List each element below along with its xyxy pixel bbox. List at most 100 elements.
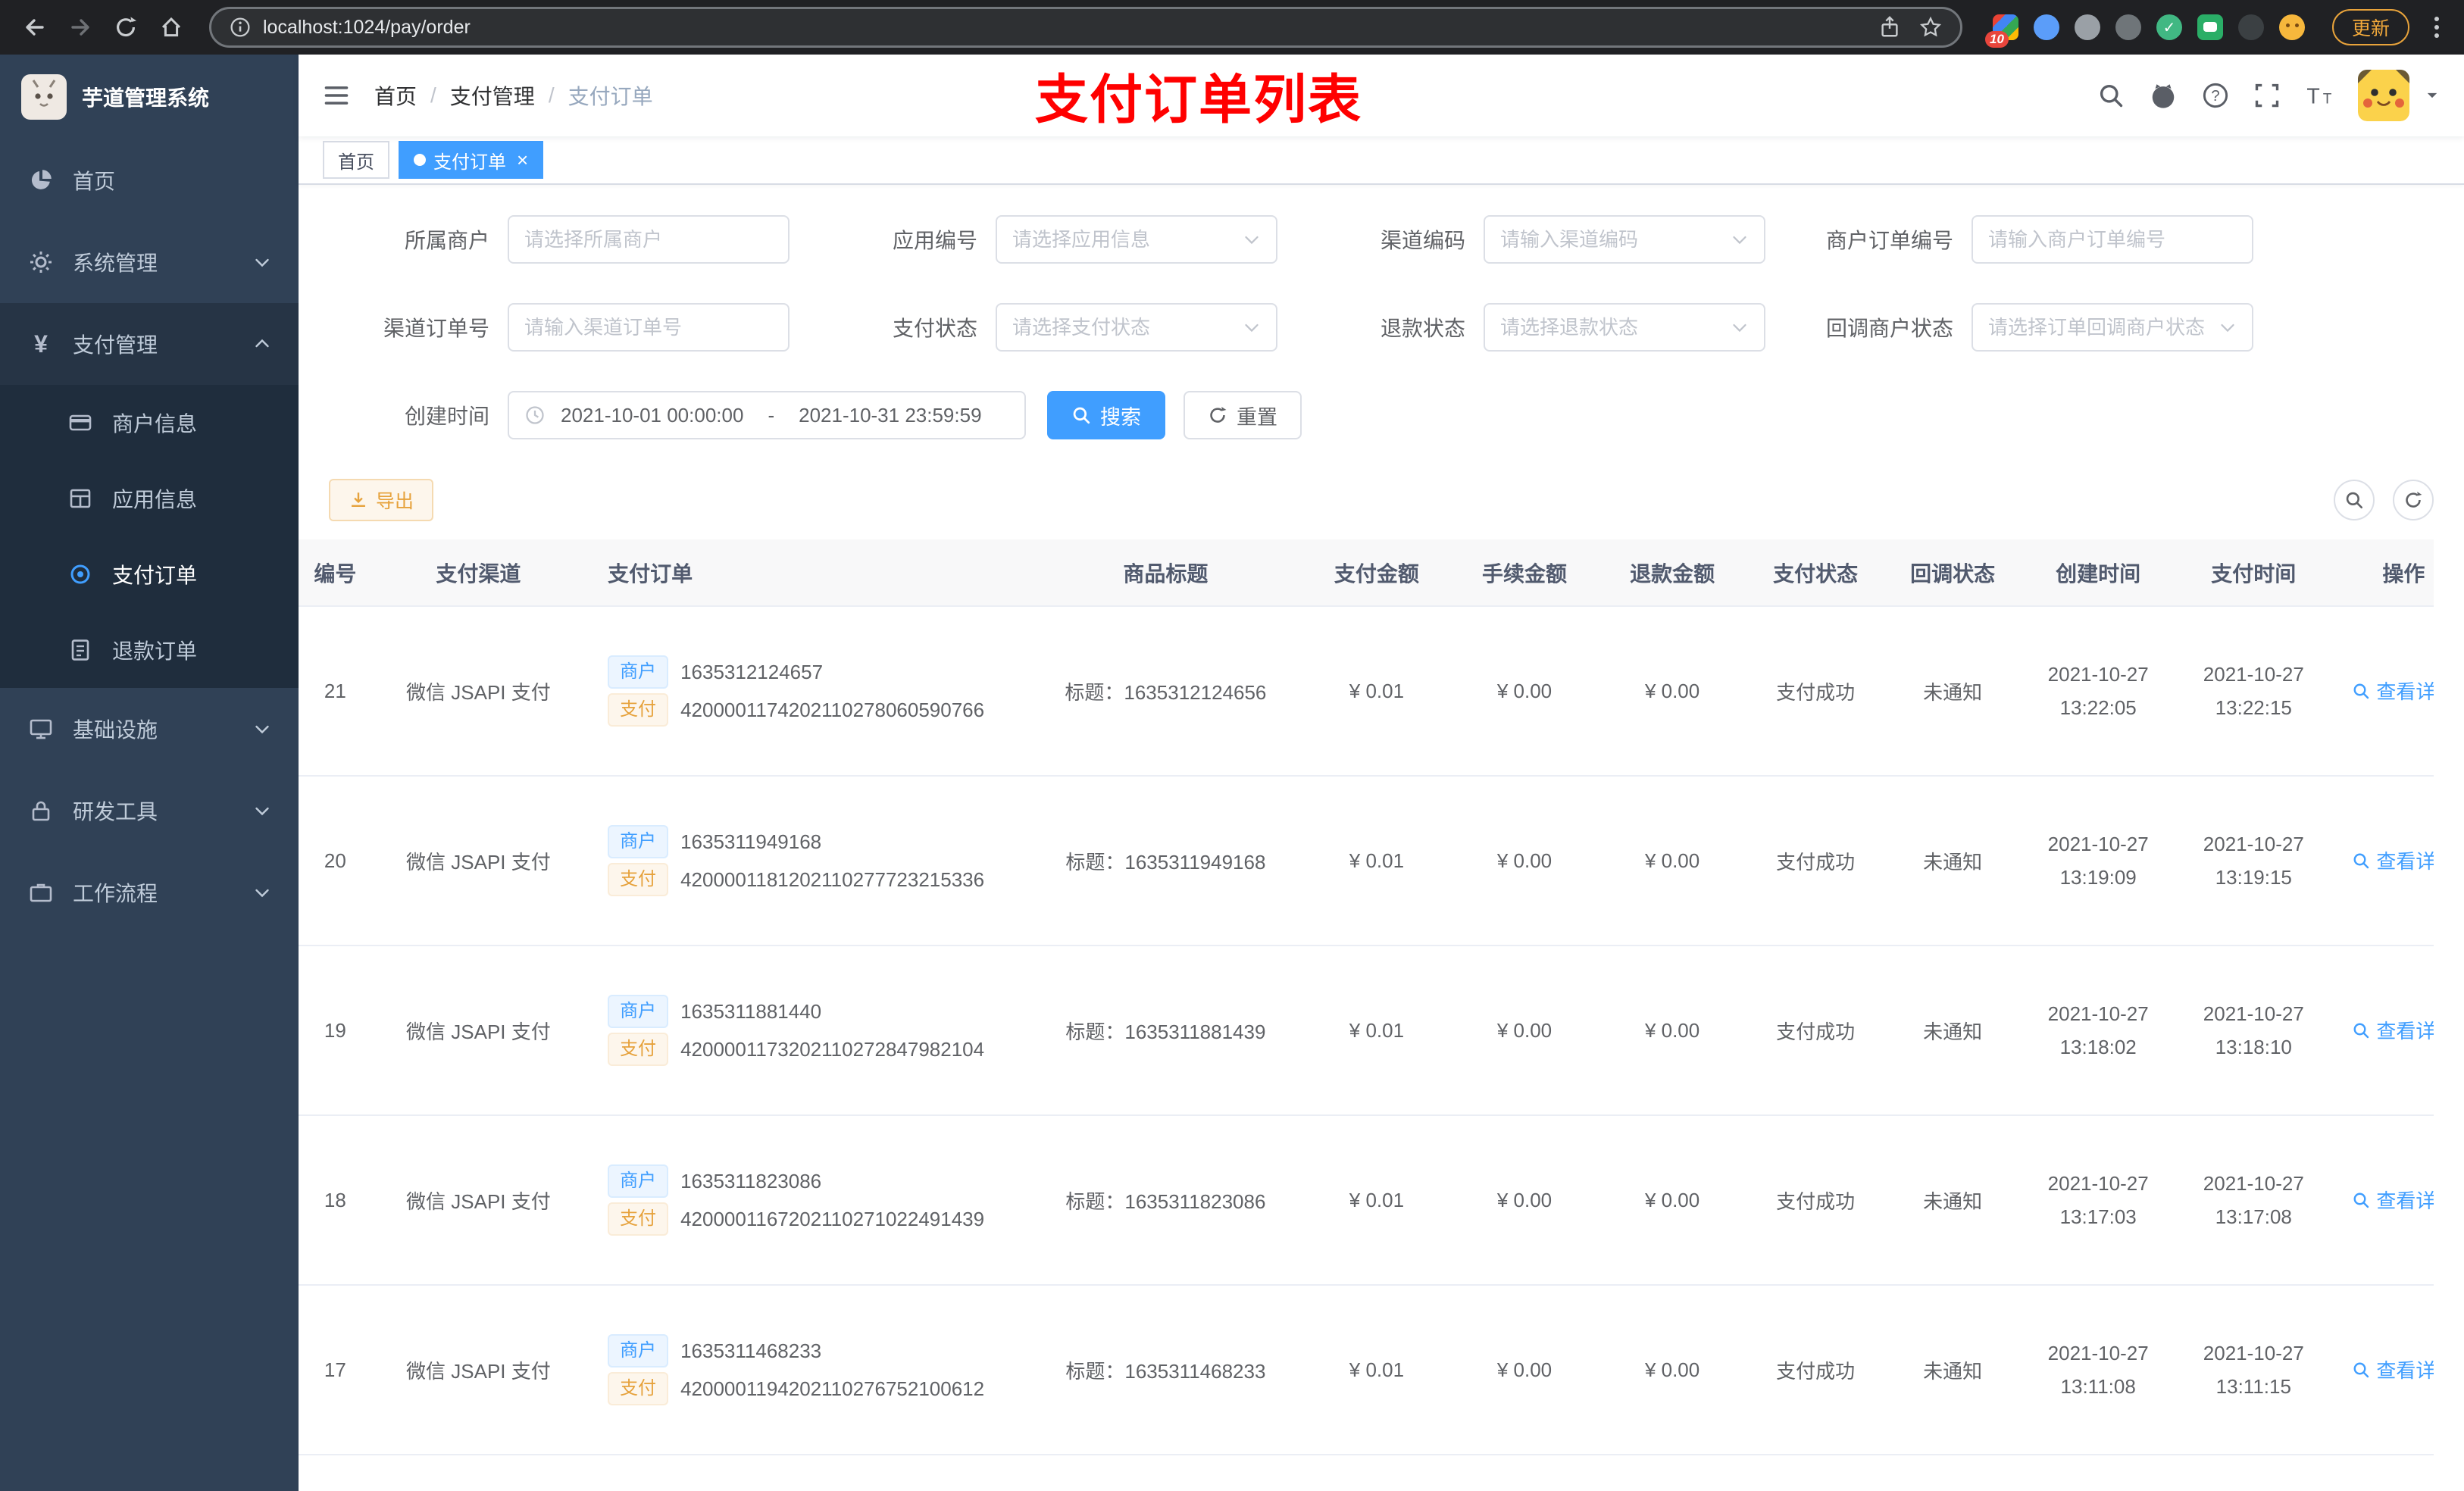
reset-button[interactable]: 重置 xyxy=(1184,391,1302,439)
cell-refund xyxy=(1598,1455,1746,1491)
app-no-filter-select[interactable] xyxy=(996,215,1277,264)
merchant-order-no-filter-input[interactable] xyxy=(1972,215,2253,264)
merchant-filter-input[interactable] xyxy=(508,215,790,264)
svg-text:?: ? xyxy=(2211,88,2219,105)
channel-code-filter-select[interactable] xyxy=(1484,215,1765,264)
export-button[interactable]: 导出 xyxy=(329,479,434,521)
briefcase-icon xyxy=(27,880,55,905)
navbar: 首页 / 支付管理 / 支付订单 支付订单列表 ? T T xyxy=(299,55,2464,136)
extension-icon-colorful[interactable]: 10 xyxy=(1984,14,2018,48)
tab-close-icon[interactable]: × xyxy=(517,150,528,170)
help-icon[interactable]: ? xyxy=(2202,82,2229,109)
reload-button[interactable] xyxy=(106,8,145,47)
extension-icon-wechat[interactable] xyxy=(2197,14,2223,40)
cell-pay-status: 支付成功 xyxy=(1746,776,1885,946)
sidebar-item-refund-order[interactable]: 退款订单 xyxy=(0,612,299,688)
view-detail-link[interactable]: 查看详情 xyxy=(2352,1355,2434,1383)
cell-title: 标题：1635311949168 xyxy=(1028,776,1303,946)
sidebar-item-payment[interactable]: ¥ 支付管理 xyxy=(0,303,299,385)
font-size-icon[interactable]: TT xyxy=(2305,81,2334,110)
chevron-down-icon xyxy=(1243,318,1261,336)
user-avatar[interactable] xyxy=(2358,70,2409,121)
extension-icon-dark[interactable] xyxy=(2237,14,2264,40)
sidebar-item-pay-order[interactable]: 支付订单 xyxy=(0,536,299,612)
search-button[interactable]: 搜索 xyxy=(1047,391,1165,439)
merchant-tag: 商户 xyxy=(608,995,669,1028)
breadcrumb-pay-manage[interactable]: 支付管理 xyxy=(450,80,535,111)
refund-status-filter-select-field[interactable] xyxy=(1500,315,1721,339)
merchant-tag: 商户 xyxy=(608,1334,669,1368)
back-button[interactable] xyxy=(15,8,55,47)
cell-fee: ¥ 0.00 xyxy=(1450,946,1599,1116)
view-detail-link[interactable]: 查看详情 xyxy=(2352,846,2434,874)
notify-status-filter-select-field[interactable] xyxy=(1988,315,2209,339)
sidebar-item-workflow[interactable]: 工作流程 xyxy=(0,852,299,933)
sidebar-item-app-info[interactable]: 应用信息 xyxy=(0,461,299,536)
extension-icon-blue[interactable] xyxy=(2033,14,2059,40)
cell-refund: ¥ 0.00 xyxy=(1598,1285,1746,1455)
merchant-filter-input-field[interactable] xyxy=(524,227,773,252)
pay-order-no: 4200001194202110276752100612 xyxy=(680,1377,985,1400)
app-title: 芋道管理系统 xyxy=(82,86,210,110)
table-row: 21 微信 JSAPI 支付 商户 1635312124657 支付 42000… xyxy=(299,606,2434,777)
home-button[interactable] xyxy=(152,8,191,47)
merchant-order-no-filter-input-field[interactable] xyxy=(1988,227,2237,252)
sidebar-item-system[interactable]: 系统管理 xyxy=(0,221,299,303)
cell-fee: ¥ 0.00 xyxy=(1450,1115,1599,1286)
pay-tag: 支付 xyxy=(608,1033,669,1066)
tab-home[interactable]: 首页 xyxy=(323,141,389,179)
cell-pay-time: 2021-10-27 13:22:15 xyxy=(2175,606,2331,777)
extension-icon-grey[interactable] xyxy=(2074,14,2100,40)
pay-tag: 支付 xyxy=(608,1202,669,1236)
browser-menu-icon[interactable] xyxy=(2425,12,2449,42)
refund-status-filter-label: 退款状态 xyxy=(1380,317,1465,340)
col-id: 编号 xyxy=(299,539,386,607)
header-search-icon[interactable] xyxy=(2097,82,2125,109)
view-detail-link[interactable]: 查看详情 xyxy=(2352,677,2434,705)
fullscreen-icon[interactable] xyxy=(2253,82,2281,109)
view-detail-link[interactable]: 查看详情 xyxy=(2352,1016,2434,1044)
hamburger-icon[interactable] xyxy=(323,82,350,109)
cell-actions: 查看详情 xyxy=(2331,1285,2434,1455)
channel-code-filter-select-field[interactable] xyxy=(1500,227,1721,252)
app-no-filter-label: 应用编号 xyxy=(892,229,977,252)
site-info-icon[interactable] xyxy=(230,17,251,38)
cell-amount: ¥ 0.01 xyxy=(1302,1285,1451,1455)
github-icon[interactable] xyxy=(2149,81,2178,110)
breadcrumb-home[interactable]: 首页 xyxy=(374,80,417,111)
browser-update-button[interactable]: 更新 xyxy=(2331,9,2409,45)
channel-order-no-filter-input-field[interactable] xyxy=(524,315,773,339)
app-no-filter-select-field[interactable] xyxy=(1012,227,1234,252)
bookmark-star-icon[interactable] xyxy=(1919,16,1942,39)
sidebar-item-merchant-info[interactable]: 商户信息 xyxy=(0,385,299,461)
extension-icon-slate[interactable] xyxy=(2115,14,2141,40)
sidebar-item-home[interactable]: 首页 xyxy=(0,139,299,221)
extension-icon-vue-devtools[interactable] xyxy=(2156,14,2182,40)
cell-amount: ¥ 0.01 xyxy=(1302,946,1451,1116)
cell-amount: ¥ 0.01 xyxy=(1302,606,1451,777)
merchant-tag: 商户 xyxy=(608,825,669,858)
address-bar[interactable]: localhost:1024/pay/order xyxy=(209,7,1962,48)
sidebar-item-infra[interactable]: 基础设施 xyxy=(0,688,299,770)
cell-actions: 查看详情 xyxy=(2331,1115,2434,1286)
notify-status-filter-select[interactable] xyxy=(1972,303,2253,352)
refund-status-filter-select[interactable] xyxy=(1484,303,1765,352)
cell-channel: 微信 JSAPI 支付 xyxy=(385,1285,572,1455)
channel-code-filter-label: 渠道编码 xyxy=(1380,229,1465,252)
pay-status-filter-select[interactable] xyxy=(996,303,1277,352)
refresh-table-button[interactable] xyxy=(2393,480,2434,520)
extension-icon-emoji[interactable] xyxy=(2278,14,2305,40)
toggle-search-button[interactable] xyxy=(2334,480,2375,520)
tab-pay-order[interactable]: 支付订单 × xyxy=(399,141,544,179)
pay-status-filter-select-field[interactable] xyxy=(1012,315,1234,339)
cell-pay-order: 商户 1635311949168 支付 42000011812021102777… xyxy=(571,776,1029,946)
user-caret-down-icon[interactable] xyxy=(2425,88,2440,103)
sidebar-item-dev-tools[interactable]: 研发工具 xyxy=(0,770,299,852)
view-detail-link[interactable]: 查看详情 xyxy=(2352,1186,2434,1214)
create-time-range-picker[interactable]: 2021-10-01 00:00:00 - 2021-10-31 23:59:5… xyxy=(508,391,1026,439)
share-icon[interactable] xyxy=(1878,16,1901,39)
channel-order-no-filter-input[interactable] xyxy=(508,303,790,352)
document-icon xyxy=(67,638,94,662)
forward-button[interactable] xyxy=(61,8,100,47)
app-logo[interactable]: 芋道管理系统 xyxy=(0,55,299,139)
